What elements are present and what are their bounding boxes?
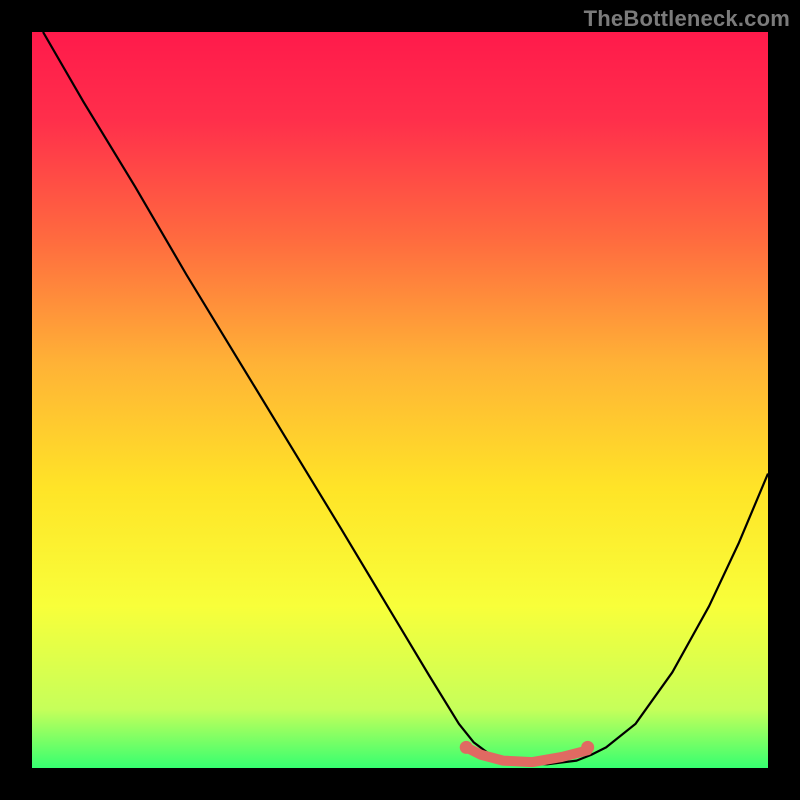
chart-background: [32, 32, 768, 768]
chart-frame: TheBottleneck.com: [0, 0, 800, 800]
flat-end-point: [581, 741, 594, 754]
flat-start-point: [460, 741, 473, 754]
plot-area: [32, 32, 768, 768]
chart-svg: [32, 32, 768, 768]
watermark-label: TheBottleneck.com: [584, 6, 790, 32]
